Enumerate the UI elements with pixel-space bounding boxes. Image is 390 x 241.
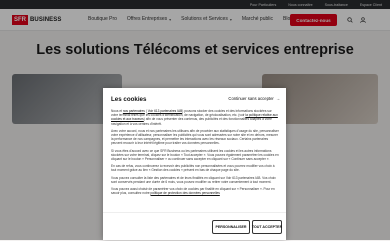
cookie-paragraph: Si vous êtes d'accord avec ce que SFR Bu… <box>111 148 279 162</box>
privacy-policy-link[interactable]: politique de protection des données pers… <box>151 191 220 195</box>
cookie-modal-footer: PERSONNALISER TOUT ACCEPTER <box>103 212 286 241</box>
cookie-modal-body: Nous et nos partenaires ( Voir 613 parte… <box>111 109 279 203</box>
cookie-paragraph: Avec votre accord, nous et nos partenair… <box>111 128 279 146</box>
accept-all-button[interactable]: TOUT ACCEPTER <box>252 220 282 234</box>
continue-without-accepting-link[interactable]: Continuer sans accepter → <box>228 96 280 101</box>
cookie-paragraph: Vous pouvez consulter la liste des parte… <box>111 175 276 184</box>
skip-link-label: Continuer sans accepter <box>228 96 274 101</box>
cookie-paragraph: En cas de refus, vous continuerez à rece… <box>111 164 275 173</box>
arrow-right-icon: → <box>275 96 280 101</box>
cookie-paragraph: Nous et nos partenaires ( Voir 613 parte… <box>111 109 279 126</box>
cookie-consent-modal: Les cookies Continuer sans accepter → No… <box>103 88 286 240</box>
customize-button[interactable]: PERSONNALISER <box>212 220 250 234</box>
cookie-modal-title: Les cookies <box>111 96 147 103</box>
cookie-paragraph: Vous pouvez aussi choisir de paramétrer … <box>111 187 279 195</box>
